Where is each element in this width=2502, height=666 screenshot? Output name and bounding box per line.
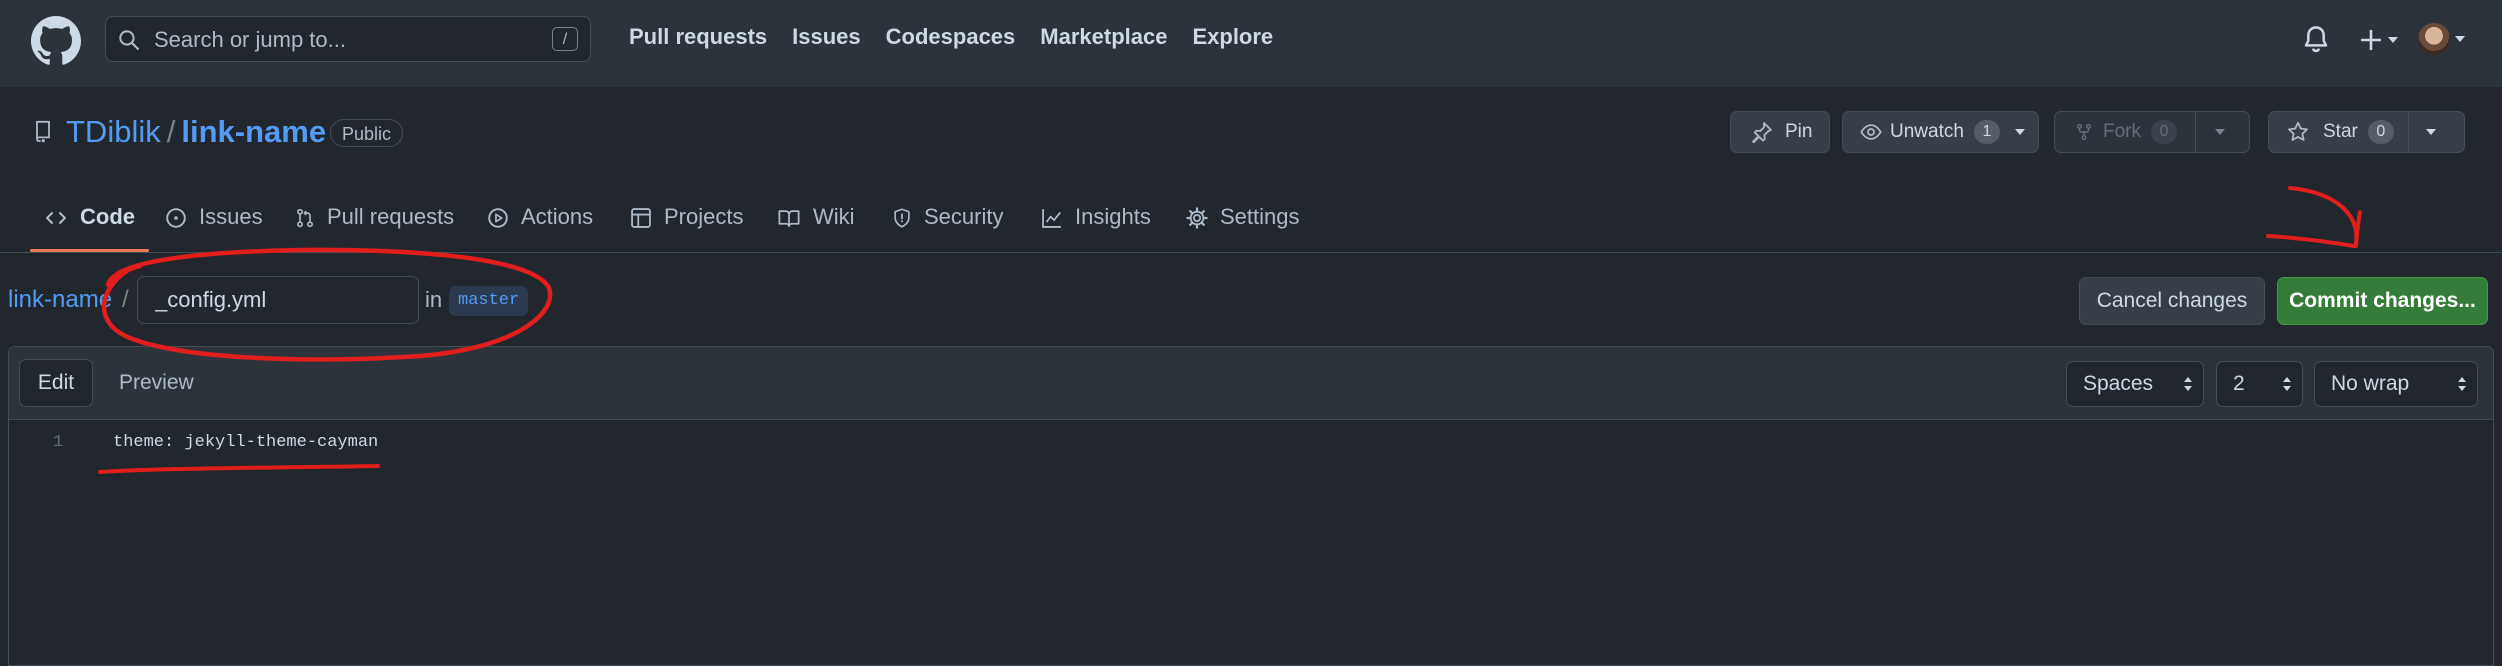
pin-button[interactable]: Pin <box>1730 111 1830 153</box>
tab-code[interactable]: Code <box>30 204 149 252</box>
select-caret-icon <box>2184 377 2192 391</box>
editor-toolbar: Edit Preview Spaces 2 No wrap <box>9 347 2493 420</box>
visibility-badge: Public <box>330 119 404 147</box>
tab-actions-label: Actions <box>521 204 594 229</box>
cancel-changes-button[interactable]: Cancel changes <box>2079 277 2265 325</box>
branch-name-badge: master <box>449 286 529 316</box>
book-icon <box>778 210 800 228</box>
line-content[interactable]: theme: jekyll-theme-cayman <box>113 433 378 452</box>
graph-icon <box>1042 209 1061 228</box>
bell-icon[interactable] <box>2302 25 2330 55</box>
wrap-mode-select[interactable]: No wrap <box>2314 361 2478 407</box>
indent-mode-value: Spaces <box>2083 372 2154 395</box>
chevron-down-icon <box>2014 129 2025 135</box>
table-icon <box>631 208 651 228</box>
fork-label: Fork <box>2103 121 2141 142</box>
pin-icon <box>1752 122 1772 143</box>
repo-name-link[interactable]: link-name <box>181 114 326 149</box>
nav-marketplace[interactable]: Marketplace <box>1040 24 1167 50</box>
code-editor: Edit Preview Spaces 2 No wrap 1 theme: j… <box>8 346 2494 666</box>
create-new-plus-icon[interactable] <box>2357 22 2407 58</box>
global-nav: Pull requests Issues Codespaces Marketpl… <box>629 24 1273 50</box>
tab-pull-requests[interactable]: Pull requests <box>295 204 454 252</box>
star-icon <box>2288 121 2308 141</box>
commit-changes-button[interactable]: Commit changes... <box>2277 277 2488 325</box>
watch-count: 1 <box>1973 120 2000 144</box>
tab-wiki[interactable]: Wiki <box>777 204 855 252</box>
github-logo-icon[interactable] <box>31 16 81 66</box>
tab-issues[interactable]: Issues <box>165 204 263 252</box>
select-caret-icon <box>2458 377 2466 391</box>
repo-owner-link[interactable]: TDiblik <box>66 114 161 149</box>
wrap-mode-value: No wrap <box>2331 372 2410 395</box>
star-label: Star <box>2323 121 2358 142</box>
eye-icon <box>1860 124 1882 140</box>
tab-projects-label: Projects <box>664 204 744 229</box>
pull-request-icon <box>297 208 313 228</box>
user-menu[interactable] <box>2418 23 2466 59</box>
repo-title-separator: / <box>166 114 176 149</box>
code-icon <box>46 211 66 225</box>
tab-projects[interactable]: Projects <box>630 204 743 252</box>
nav-codespaces[interactable]: Codespaces <box>886 24 1016 50</box>
unwatch-button[interactable]: Unwatch 1 <box>1842 111 2039 153</box>
search-icon <box>119 30 140 51</box>
button-divider <box>2407 111 2409 153</box>
select-caret-icon <box>2283 377 2291 391</box>
nav-explore[interactable]: Explore <box>1192 24 1273 50</box>
chevron-down-icon[interactable] <box>2214 127 2226 137</box>
tab-settings[interactable]: Settings <box>1186 204 1300 252</box>
edit-tab[interactable]: Edit <box>19 359 93 407</box>
fork-count: 0 <box>2151 120 2177 144</box>
button-divider <box>2195 111 2196 153</box>
repo-title: TDiblik / link-name <box>66 114 326 150</box>
tab-settings-label: Settings <box>1220 204 1300 229</box>
search-input[interactable]: Search or jump to... / <box>105 16 591 62</box>
breadcrumb-separator: / <box>122 286 129 313</box>
tab-security-label: Security <box>924 204 1004 229</box>
chevron-down-icon <box>2455 36 2465 42</box>
line-number: 1 <box>53 433 64 452</box>
gear-icon <box>1186 207 1208 229</box>
tab-insights-label: Insights <box>1075 204 1151 229</box>
star-count: 0 <box>2367 120 2394 144</box>
repo-icon <box>36 120 50 143</box>
global-header: Search or jump to... / Pull requests Iss… <box>0 0 2502 87</box>
shield-icon <box>894 208 910 228</box>
fork-button[interactable]: Fork 0 <box>2054 111 2250 153</box>
tab-pull-requests-label: Pull requests <box>327 204 455 229</box>
tab-security[interactable]: Security <box>892 204 1003 252</box>
star-button[interactable]: Star 0 <box>2268 111 2465 153</box>
avatar <box>2418 23 2450 55</box>
repo-tabs: Code Issues Pull requests Actions Projec… <box>0 190 2502 253</box>
pin-label: Pin <box>1785 121 1813 142</box>
issue-icon <box>166 208 186 228</box>
indent-size-select[interactable]: 2 <box>2216 361 2303 407</box>
tab-code-label: Code <box>80 204 135 229</box>
nav-issues[interactable]: Issues <box>792 24 861 50</box>
tab-issues-label: Issues <box>199 204 263 229</box>
chevron-down-icon[interactable] <box>2425 127 2437 137</box>
active-tab-underline <box>30 249 149 252</box>
preview-tab[interactable]: Preview <box>107 359 206 407</box>
breadcrumb-repo-link[interactable]: link-name <box>8 286 112 314</box>
tab-insights[interactable]: Insights <box>1041 204 1151 252</box>
unwatch-label: Unwatch <box>1890 121 1964 142</box>
tab-actions[interactable]: Actions <box>487 204 593 252</box>
indent-mode-select[interactable]: Spaces <box>2066 361 2204 407</box>
in-branch-label: in <box>425 287 443 312</box>
search-shortcut-key: / <box>552 27 578 51</box>
nav-pull-requests[interactable]: Pull requests <box>629 24 767 50</box>
play-icon <box>488 208 508 228</box>
filename-input[interactable] <box>137 276 419 324</box>
search-placeholder: Search or jump to... <box>154 27 346 52</box>
indent-size-value: 2 <box>2233 372 2245 395</box>
tab-wiki-label: Wiki <box>813 204 855 229</box>
fork-icon <box>2076 123 2092 141</box>
